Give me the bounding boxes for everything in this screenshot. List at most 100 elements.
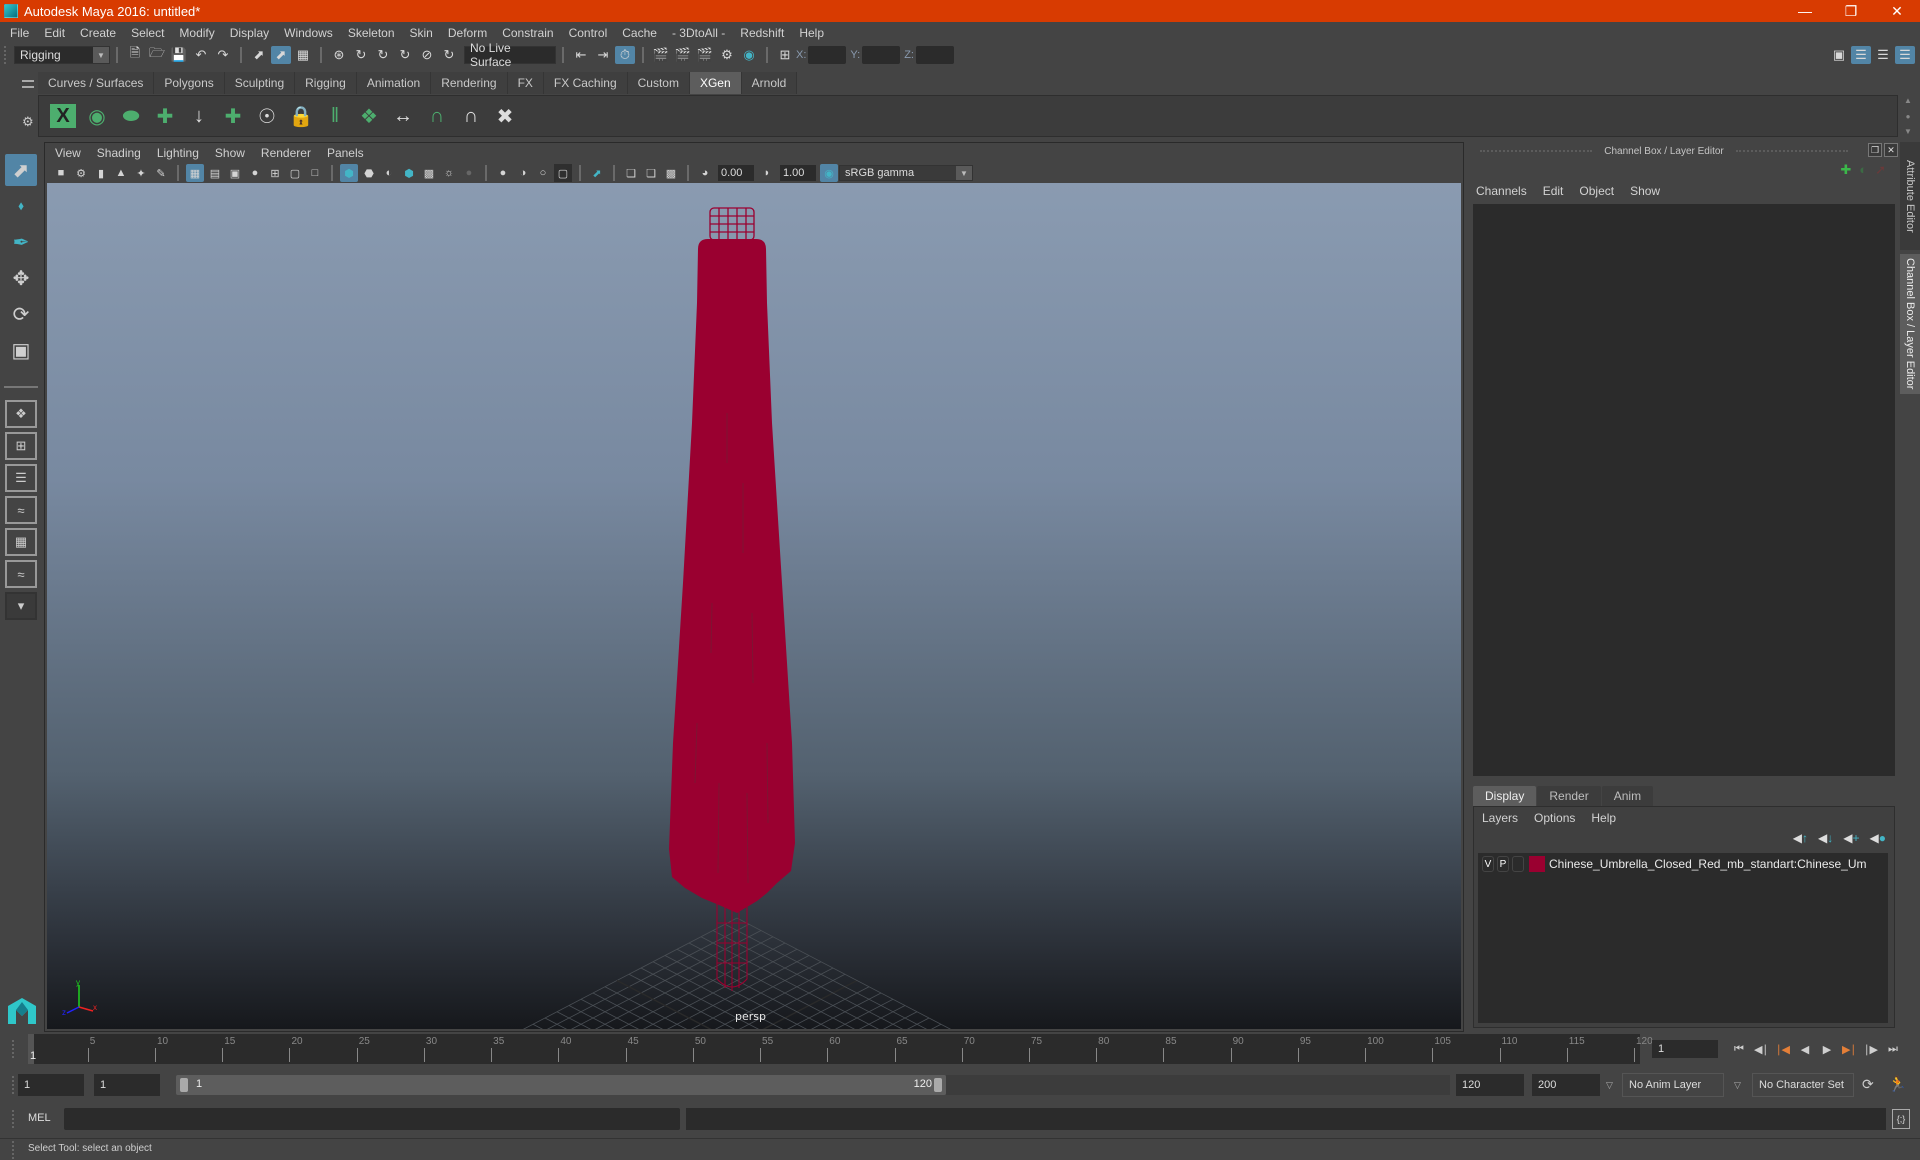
shelf-tab-fx[interactable]: FX bbox=[507, 72, 544, 94]
hypershade-persp-layout-icon[interactable]: ▦ bbox=[5, 528, 37, 556]
shelf-tab-arnold[interactable]: Arnold bbox=[741, 72, 798, 94]
shelf-scrollbar[interactable]: ▲ ● ▼ bbox=[1902, 96, 1914, 136]
animation-start-field[interactable]: 1 bbox=[18, 1074, 84, 1096]
exposure-icon[interactable]: ◕ bbox=[696, 164, 714, 182]
menu-help[interactable]: Help bbox=[799, 26, 824, 40]
3d-viewport[interactable]: y x z persp bbox=[47, 183, 1461, 1029]
density-map-icon[interactable]: ❖ bbox=[353, 100, 385, 132]
shelf-settings-gear-icon[interactable]: ⚙ bbox=[22, 114, 34, 130]
shelf-tab-fx-caching[interactable]: FX Caching bbox=[543, 72, 628, 94]
z-field[interactable] bbox=[915, 46, 954, 64]
image-plane-icon[interactable]: ▲ bbox=[112, 164, 130, 182]
attribute-editor-toggle-icon[interactable]: ☰ bbox=[1851, 46, 1871, 64]
layer-tab-display[interactable]: Display bbox=[1473, 786, 1537, 806]
step-back-frame-icon[interactable]: ◀∣ bbox=[1750, 1039, 1772, 1059]
character-set-dropdown[interactable]: No Character Set bbox=[1752, 1073, 1854, 1097]
select-guide-icon[interactable]: ☉ bbox=[251, 100, 283, 132]
grip-handle[interactable] bbox=[4, 46, 10, 64]
drag-handle[interactable] bbox=[1735, 150, 1849, 152]
move-layer-down-icon[interactable]: ◀↓ bbox=[1818, 831, 1833, 845]
camera-icon[interactable]: ■ bbox=[52, 164, 70, 182]
step-forward-frame-icon[interactable]: ∣▶ bbox=[1860, 1039, 1882, 1059]
snap-surface-icon[interactable]: ↻ bbox=[439, 46, 459, 64]
shelf-tab-polygons[interactable]: Polygons bbox=[154, 72, 225, 94]
shadows-icon[interactable]: ● bbox=[460, 164, 478, 182]
persp-graph-hypergraph-layout-icon[interactable]: ≈ bbox=[5, 560, 37, 588]
layer-visibility-toggle[interactable]: V bbox=[1482, 856, 1494, 872]
go-to-end-icon[interactable]: ⏭ bbox=[1882, 1039, 1904, 1059]
resolution-gate-icon[interactable]: ▣ bbox=[226, 164, 244, 182]
cb-menu-edit[interactable]: Edit bbox=[1543, 184, 1564, 198]
ipr-render-icon[interactable]: 🎬 bbox=[695, 46, 715, 64]
move-layer-up-icon[interactable]: ◀↑ bbox=[1793, 831, 1808, 845]
guide-length-icon[interactable]: ‖ bbox=[319, 100, 351, 132]
close-button[interactable]: ✕ bbox=[1874, 0, 1920, 22]
menu-3dtoall[interactable]: - 3DtoAll - bbox=[672, 26, 725, 40]
smooth-shade-icon[interactable]: ⬣ bbox=[360, 164, 378, 182]
new-layer-selected-icon[interactable]: ◀● bbox=[1870, 831, 1886, 845]
custom-layout-icon[interactable]: ▾ bbox=[5, 592, 37, 620]
gate-mask-icon[interactable]: ● bbox=[246, 164, 264, 182]
menu-windows[interactable]: Windows bbox=[284, 26, 333, 40]
layer-row[interactable]: V P Chinese_Umbrella_Closed_Red_mb_stand… bbox=[1478, 853, 1888, 875]
wireframe-icon[interactable]: ⬢ bbox=[340, 164, 358, 182]
menu-select[interactable]: Select bbox=[131, 26, 164, 40]
persp-graph-layout-icon[interactable]: ≈ bbox=[5, 496, 37, 524]
animation-preferences-icon[interactable]: 🏃 bbox=[1888, 1075, 1907, 1093]
play-forwards-icon[interactable]: ▶ bbox=[1816, 1039, 1838, 1059]
menu-skeleton[interactable]: Skeleton bbox=[348, 26, 395, 40]
menuset-dropdown[interactable]: Rigging ▼ bbox=[14, 46, 110, 64]
snap-curve-icon[interactable]: ↻ bbox=[351, 46, 371, 64]
snap-grid-icon[interactable]: ⊛ bbox=[329, 46, 349, 64]
scale-tool-icon[interactable]: ▣ bbox=[5, 334, 37, 366]
script-editor-icon[interactable]: {;} bbox=[1892, 1109, 1910, 1129]
transform-constraint-icon[interactable]: ⊞ bbox=[775, 46, 795, 64]
hypershade-icon[interactable]: ◉ bbox=[739, 46, 759, 64]
grip-handle[interactable] bbox=[12, 1040, 18, 1058]
step-back-key-icon[interactable]: ∣◀ bbox=[1772, 1039, 1794, 1059]
gamma-icon[interactable]: ◗ bbox=[758, 164, 776, 182]
xgen-preview-icon[interactable]: ◉ bbox=[81, 100, 113, 132]
shelf-tab-animation[interactable]: Animation bbox=[356, 72, 432, 94]
save-scene-icon[interactable]: 💾 bbox=[169, 46, 189, 64]
side-tab-attribute-editor[interactable]: Attribute Editor bbox=[1900, 142, 1920, 250]
playback-end-field[interactable]: 120 bbox=[1456, 1074, 1524, 1096]
playback-start-field[interactable]: 1 bbox=[94, 1074, 160, 1096]
flip-guides-icon[interactable]: ↔ bbox=[387, 100, 419, 132]
wireframe-on-shaded-icon[interactable]: ⬢ bbox=[400, 164, 418, 182]
restore-button[interactable]: ❐ bbox=[1828, 0, 1874, 22]
xgen-clear-preview-icon[interactable]: ⬬ bbox=[115, 100, 147, 132]
shelf-tab-rendering[interactable]: Rendering bbox=[431, 72, 508, 94]
menu-modify[interactable]: Modify bbox=[179, 26, 214, 40]
paint-select-tool-icon[interactable]: ✒ bbox=[5, 226, 37, 258]
sculpt-guides-icon[interactable]: ↓ bbox=[183, 100, 215, 132]
delete-guides-icon[interactable]: ✖ bbox=[489, 100, 521, 132]
screen-space-ao-icon[interactable]: ● bbox=[494, 164, 512, 182]
live-surface-field[interactable]: No Live Surface bbox=[464, 41, 556, 69]
guides-to-curves-icon[interactable]: ∩ bbox=[421, 100, 453, 132]
animation-end-field[interactable]: 200 bbox=[1532, 1074, 1600, 1096]
scroll-up-icon[interactable]: ▲ bbox=[1904, 96, 1912, 105]
render-view-icon[interactable]: 🎬 bbox=[651, 46, 671, 64]
scroll-thumb-icon[interactable]: ● bbox=[1906, 112, 1911, 121]
select-tool-icon[interactable]: ⬈ bbox=[5, 154, 37, 186]
render-settings-icon[interactable]: ⚙ bbox=[717, 46, 737, 64]
safe-action-icon[interactable]: ▢ bbox=[286, 164, 304, 182]
speed-slow-icon[interactable]: ◐ bbox=[1859, 162, 1867, 178]
add-guides-icon[interactable]: ✚ bbox=[149, 100, 181, 132]
anti-aliasing-icon[interactable]: ○ bbox=[534, 164, 552, 182]
shelf-tab-rigging[interactable]: Rigging bbox=[295, 72, 357, 94]
default-material-icon[interactable]: ◐ bbox=[380, 164, 398, 182]
le-menu-options[interactable]: Options bbox=[1534, 811, 1575, 825]
y-field[interactable] bbox=[862, 46, 901, 64]
xray-joints-icon[interactable]: ▩ bbox=[662, 164, 680, 182]
new-scene-icon[interactable]: 🗎 bbox=[125, 45, 145, 64]
go-to-start-icon[interactable]: ⏮ bbox=[1728, 1039, 1750, 1059]
manipulator-axis-icon[interactable]: ✚ bbox=[1840, 162, 1851, 178]
four-view-layout-icon[interactable]: ⊞ bbox=[5, 432, 37, 460]
exposure-field[interactable]: 0.00 bbox=[718, 165, 754, 181]
film-gate-icon[interactable]: ▤ bbox=[206, 164, 224, 182]
anim-layer-dropdown[interactable]: No Anim Layer bbox=[1622, 1073, 1724, 1097]
shelf-tab-custom[interactable]: Custom bbox=[627, 72, 690, 94]
menu-edit[interactable]: Edit bbox=[44, 26, 65, 40]
